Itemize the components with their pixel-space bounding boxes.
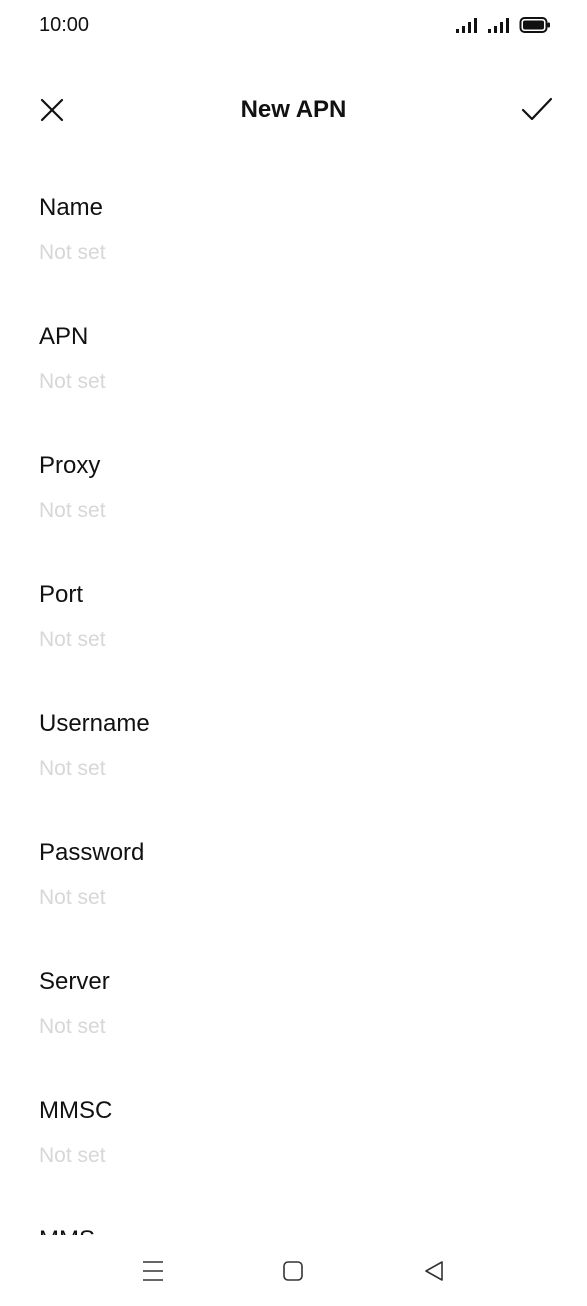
menu-icon (143, 1261, 163, 1281)
apn-field-list: Name Not set APN Not set Proxy Not set P… (0, 160, 587, 1235)
field-value: Not set (39, 1144, 106, 1167)
back-button[interactable] (410, 1249, 458, 1293)
navigation-bar (0, 1235, 587, 1306)
field-label: Username (39, 710, 150, 737)
field-mms[interactable]: MMS (0, 1192, 587, 1235)
field-label: MMS (39, 1226, 587, 1235)
signal-icon (456, 18, 477, 33)
field-label: APN (39, 323, 89, 350)
battery-icon (519, 17, 550, 33)
field-label: Server (39, 968, 110, 995)
apn-editor-screen: 10:00 New APN Name Not set APN Not set P… (0, 0, 587, 1306)
status-bar: 10:00 (0, 0, 587, 52)
field-value: Not set (39, 499, 106, 522)
page-title: New APN (240, 96, 347, 123)
field-value: Not set (39, 241, 106, 264)
field-mmsc[interactable]: MMSC Not set (0, 1063, 587, 1192)
field-value: Not set (39, 1015, 106, 1038)
field-name[interactable]: Name Not set (0, 160, 587, 289)
field-password[interactable]: Password Not set (0, 805, 587, 934)
status-time: 10:00 (39, 14, 90, 36)
menu-button[interactable] (129, 1249, 177, 1293)
check-icon (521, 97, 553, 121)
field-value: Not set (39, 628, 106, 651)
field-value: Not set (39, 757, 106, 780)
status-icons (455, 15, 551, 35)
field-port[interactable]: Port Not set (0, 547, 587, 676)
home-icon (283, 1261, 303, 1281)
home-button[interactable] (269, 1249, 317, 1293)
field-proxy[interactable]: Proxy Not set (0, 418, 587, 547)
field-label: Password (39, 839, 145, 866)
field-value: Not set (39, 886, 106, 909)
field-label: Name (39, 194, 104, 221)
confirm-button[interactable] (515, 88, 559, 132)
field-username[interactable]: Username Not set (0, 676, 587, 805)
field-label: MMSC (39, 1097, 113, 1124)
signal-icon (488, 18, 509, 33)
field-value: Not set (39, 370, 106, 393)
back-icon (425, 1261, 443, 1281)
field-label: Port (39, 581, 84, 608)
title-bar: New APN (0, 80, 587, 140)
field-server[interactable]: Server Not set (0, 934, 587, 1063)
field-label: Proxy (39, 452, 101, 479)
field-apn[interactable]: APN Not set (0, 289, 587, 418)
